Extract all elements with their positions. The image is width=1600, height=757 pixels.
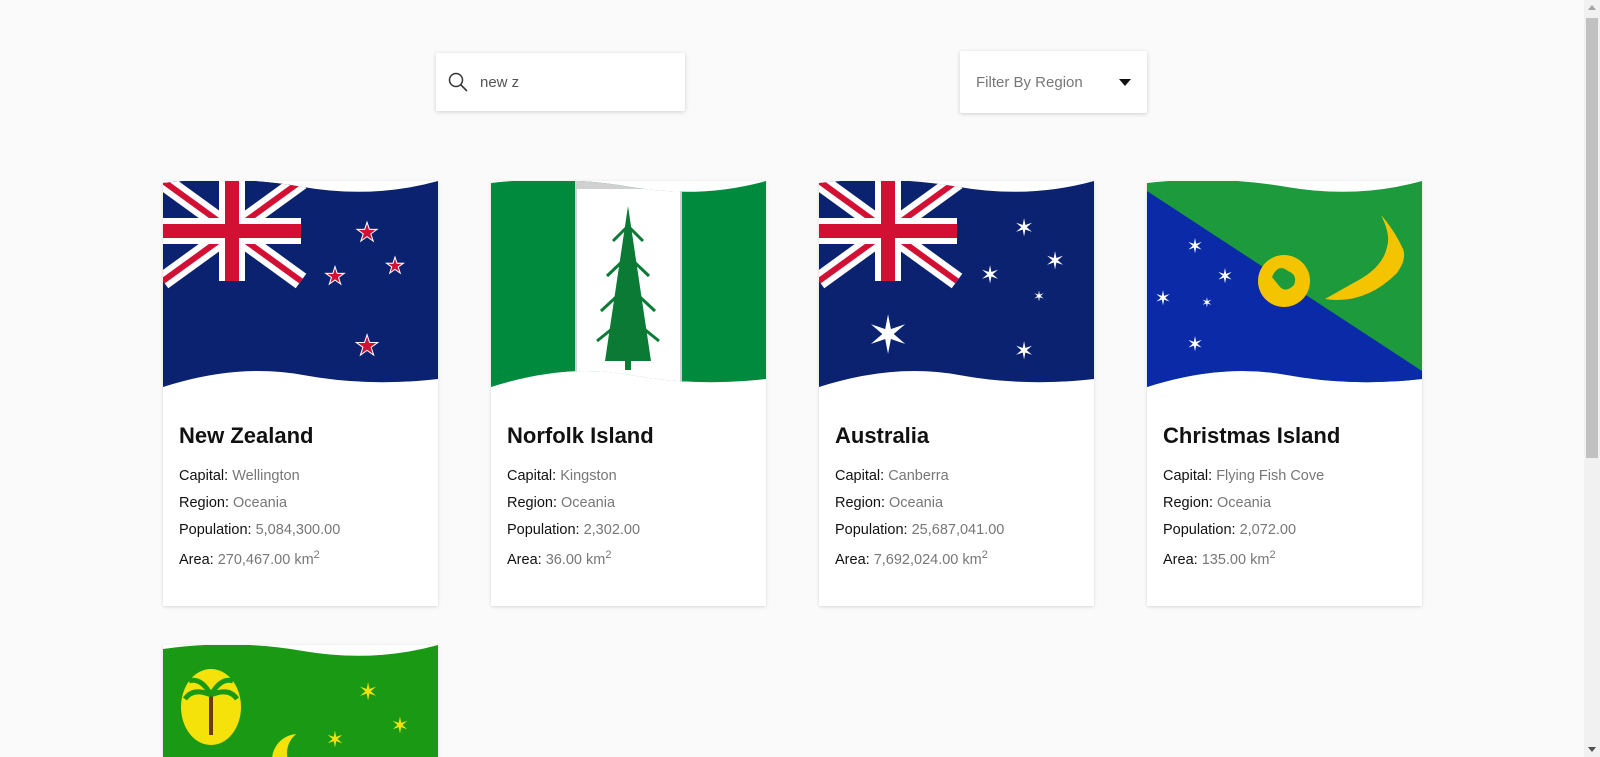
area-label: Area:: [835, 551, 870, 568]
country-info: Capital: Flying Fish Cove Region: Oceani…: [1163, 468, 1324, 576]
area-label: Area:: [507, 551, 542, 568]
population-value: 2,072.00: [1239, 522, 1297, 538]
scroll-up-arrow-icon[interactable]: [1588, 5, 1596, 10]
svg-text:✶: ✶: [1187, 334, 1204, 356]
country-card-new-zealand[interactable]: ★ ★ ★ ★ New Zealand Capital: Wellington …: [163, 181, 438, 606]
area-exponent: 2: [605, 549, 612, 561]
region-value: Oceania: [561, 495, 616, 511]
capital-value: Canberra: [888, 468, 949, 484]
country-card-christmas-island[interactable]: ✶ ✶ ✶ ✶ ✶ Christmas Island Capital: Flyi…: [1147, 181, 1422, 606]
svg-text:✶: ✶: [1014, 338, 1034, 365]
scroll-down-arrow-icon[interactable]: [1588, 747, 1596, 752]
country-name[interactable]: Norfolk Island: [507, 423, 654, 449]
area-unit: km: [1250, 551, 1270, 568]
svg-text:✶: ✶: [1217, 266, 1234, 288]
svg-text:✶: ✶: [391, 713, 409, 738]
region-value: Oceania: [889, 495, 944, 511]
norfolk-island-flag-image: [491, 181, 766, 387]
area-unit: km: [962, 551, 982, 568]
capital-value: Kingston: [560, 468, 617, 484]
caret-down-icon: [1119, 78, 1131, 86]
region-filter-label: Filter By Region: [976, 73, 1083, 91]
cocos-islands-flag-image: ✶ ✶ ✶: [163, 645, 438, 757]
svg-text:✶: ✶: [1187, 236, 1204, 258]
area-label: Area:: [1163, 551, 1198, 568]
country-info: Capital: Wellington Region: Oceania Popu…: [179, 468, 340, 576]
search-box[interactable]: [436, 53, 685, 111]
area-unit: km: [294, 551, 314, 568]
region-filter-dropdown[interactable]: Filter By Region: [960, 51, 1147, 113]
svg-text:★: ★: [385, 253, 405, 278]
area-value: 135.00: [1201, 551, 1247, 568]
population-label: Population:: [1163, 522, 1236, 538]
area-value: 270,467.00: [217, 551, 291, 568]
area-value: 36.00: [545, 551, 582, 568]
country-info: Capital: Canberra Region: Oceania Popula…: [835, 468, 1004, 576]
svg-text:✶: ✶: [358, 679, 378, 706]
country-card-partial[interactable]: ✶ ✶ ✶: [163, 645, 438, 757]
area-label: Area:: [179, 551, 214, 568]
new-zealand-flag-image: ★ ★ ★ ★: [163, 181, 438, 387]
capital-label: Capital:: [507, 468, 557, 484]
scrollbar-thumb[interactable]: [1586, 18, 1598, 458]
search-icon: [448, 72, 468, 92]
region-label: Region:: [507, 495, 557, 511]
svg-text:★: ★: [355, 217, 378, 247]
capital-value: Wellington: [232, 468, 300, 484]
svg-text:✶: ✶: [980, 262, 1000, 289]
population-label: Population:: [179, 522, 252, 538]
region-value: Oceania: [233, 495, 288, 511]
svg-text:✶: ✶: [1202, 295, 1213, 310]
area-exponent: 2: [981, 549, 988, 561]
area-unit: km: [586, 551, 606, 568]
christmas-island-flag-image: ✶ ✶ ✶ ✶ ✶: [1147, 181, 1422, 387]
svg-text:✶: ✶: [866, 307, 910, 365]
area-exponent: 2: [1269, 549, 1276, 561]
population-label: Population:: [835, 522, 908, 538]
country-card-australia[interactable]: ✶ ✶ ✶ ✶ ✶ ✶ Australia Capital: Canberra …: [819, 181, 1094, 606]
capital-label: Capital:: [179, 468, 229, 484]
svg-text:✶: ✶: [1014, 215, 1034, 242]
svg-text:★: ★: [354, 330, 379, 361]
population-value: 2,302.00: [583, 522, 641, 538]
page-scrollbar[interactable]: [1584, 0, 1600, 757]
population-label: Population:: [507, 522, 580, 538]
region-label: Region:: [1163, 495, 1213, 511]
page: Filter By Region ★ ★ ★ ★ New: [0, 0, 1584, 757]
svg-text:★: ★: [324, 263, 346, 290]
region-label: Region:: [835, 495, 885, 511]
capital-label: Capital:: [835, 468, 885, 484]
country-name[interactable]: Christmas Island: [1163, 423, 1340, 449]
search-input[interactable]: [478, 72, 672, 92]
svg-text:✶: ✶: [326, 727, 344, 752]
country-name[interactable]: Australia: [835, 423, 929, 449]
country-info: Capital: Kingston Region: Oceania Popula…: [507, 468, 640, 576]
region-label: Region:: [179, 495, 229, 511]
area-value: 7,692,024.00: [873, 551, 959, 568]
population-value: 25,687,041.00: [911, 522, 1005, 538]
country-name[interactable]: New Zealand: [179, 423, 313, 449]
area-exponent: 2: [313, 549, 320, 561]
country-card-norfolk-island[interactable]: Norfolk Island Capital: Kingston Region:…: [491, 181, 766, 606]
region-value: Oceania: [1217, 495, 1272, 511]
capital-value: Flying Fish Cove: [1216, 468, 1325, 484]
svg-text:✶: ✶: [1033, 288, 1045, 304]
svg-text:✶: ✶: [1045, 248, 1065, 275]
australia-flag-image: ✶ ✶ ✶ ✶ ✶ ✶: [819, 181, 1094, 387]
capital-label: Capital:: [1163, 468, 1213, 484]
svg-text:✶: ✶: [1155, 288, 1172, 310]
population-value: 5,084,300.00: [255, 522, 341, 538]
